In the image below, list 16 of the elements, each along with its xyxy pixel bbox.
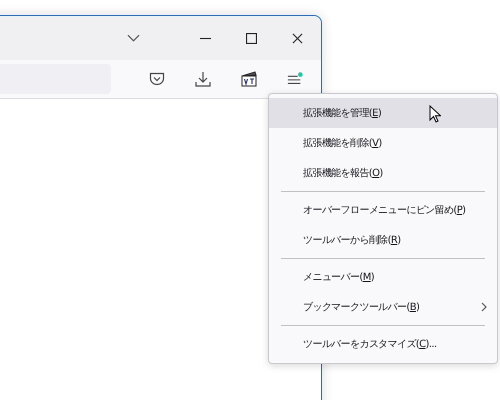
chevron-down-icon[interactable] xyxy=(127,34,140,42)
menu-item[interactable]: ツールバーから削除(R) xyxy=(269,225,497,255)
cursor-icon xyxy=(429,105,441,123)
maximize-icon[interactable] xyxy=(246,32,257,44)
menu-item[interactable]: ブックマークツールバー(B) xyxy=(269,292,497,322)
download-icon[interactable] xyxy=(195,71,211,87)
menu-item[interactable]: 拡張機能を管理(E) xyxy=(269,98,497,128)
menu-item[interactable]: 拡張機能を報告(O) xyxy=(269,158,497,188)
menu-icon[interactable] xyxy=(287,71,303,87)
pocket-icon[interactable] xyxy=(149,71,165,87)
menu-item[interactable]: メニューバー(M) xyxy=(269,262,497,292)
menu-item[interactable]: オーバーフローメニューにピン留め(P) xyxy=(269,195,497,225)
menu-item[interactable]: 拡張機能を削除(V) xyxy=(269,128,497,158)
clapperboard-icon[interactable] xyxy=(241,71,257,87)
close-icon[interactable] xyxy=(292,32,303,44)
menu-item[interactable]: ツールバーをカスタマイズ(C)... xyxy=(269,329,497,359)
